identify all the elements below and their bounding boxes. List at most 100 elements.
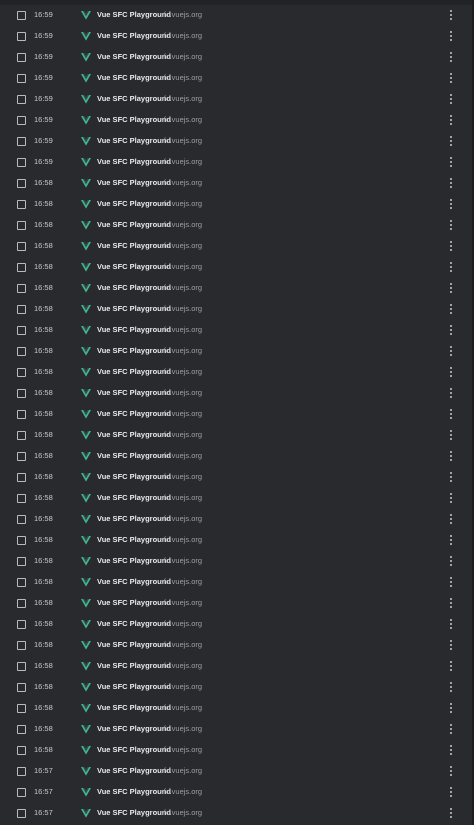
history-row[interactable]: 16:58 Vue SFC Playground sfc.vuejs.org <box>0 446 472 467</box>
row-checkbox[interactable] <box>17 620 26 629</box>
row-checkbox[interactable] <box>17 242 26 251</box>
more-vert-icon[interactable] <box>446 324 456 336</box>
more-vert-icon[interactable] <box>446 219 456 231</box>
row-checkbox[interactable] <box>17 158 26 167</box>
more-vert-icon[interactable] <box>446 198 456 210</box>
history-row[interactable]: 16:58 Vue SFC Playground sfc.vuejs.org <box>0 383 472 404</box>
history-row[interactable]: 16:58 Vue SFC Playground sfc.vuejs.org <box>0 173 472 194</box>
row-checkbox[interactable] <box>17 599 26 608</box>
row-checkbox[interactable] <box>17 74 26 83</box>
history-row[interactable]: 16:58 Vue SFC Playground sfc.vuejs.org <box>0 341 472 362</box>
row-checkbox[interactable] <box>17 284 26 293</box>
more-vert-icon[interactable] <box>446 471 456 483</box>
row-checkbox[interactable] <box>17 452 26 461</box>
row-checkbox[interactable] <box>17 32 26 41</box>
history-row[interactable]: 16:57 Vue SFC Playground sfc.vuejs.org <box>0 761 472 782</box>
history-row[interactable]: 16:58 Vue SFC Playground sfc.vuejs.org <box>0 677 472 698</box>
row-checkbox[interactable] <box>17 410 26 419</box>
more-vert-icon[interactable] <box>446 240 456 252</box>
more-vert-icon[interactable] <box>446 702 456 714</box>
row-checkbox[interactable] <box>17 494 26 503</box>
history-row[interactable]: 16:58 Vue SFC Playground sfc.vuejs.org <box>0 278 472 299</box>
more-vert-icon[interactable] <box>446 30 456 42</box>
history-row[interactable]: 16:59 Vue SFC Playground sfc.vuejs.org <box>0 68 472 89</box>
more-vert-icon[interactable] <box>446 282 456 294</box>
history-row[interactable]: 16:58 Vue SFC Playground sfc.vuejs.org <box>0 572 472 593</box>
row-checkbox[interactable] <box>17 683 26 692</box>
more-vert-icon[interactable] <box>446 408 456 420</box>
more-vert-icon[interactable] <box>446 345 456 357</box>
row-checkbox[interactable] <box>17 95 26 104</box>
history-row[interactable]: 16:58 Vue SFC Playground sfc.vuejs.org <box>0 614 472 635</box>
more-vert-icon[interactable] <box>446 618 456 630</box>
more-vert-icon[interactable] <box>446 639 456 651</box>
row-checkbox[interactable] <box>17 788 26 797</box>
row-checkbox[interactable] <box>17 389 26 398</box>
history-row[interactable]: 16:58 Vue SFC Playground sfc.vuejs.org <box>0 740 472 761</box>
history-row[interactable]: 16:59 Vue SFC Playground sfc.vuejs.org <box>0 47 472 68</box>
more-vert-icon[interactable] <box>446 513 456 525</box>
row-checkbox[interactable] <box>17 305 26 314</box>
more-vert-icon[interactable] <box>446 765 456 777</box>
more-vert-icon[interactable] <box>446 807 456 819</box>
row-checkbox[interactable] <box>17 515 26 524</box>
more-vert-icon[interactable] <box>446 786 456 798</box>
more-vert-icon[interactable] <box>446 450 456 462</box>
more-vert-icon[interactable] <box>446 51 456 63</box>
more-vert-icon[interactable] <box>446 597 456 609</box>
history-row[interactable]: 16:58 Vue SFC Playground sfc.vuejs.org <box>0 719 472 740</box>
row-checkbox[interactable] <box>17 347 26 356</box>
history-row[interactable]: 16:58 Vue SFC Playground sfc.vuejs.org <box>0 635 472 656</box>
row-checkbox[interactable] <box>17 809 26 818</box>
row-checkbox[interactable] <box>17 536 26 545</box>
history-row[interactable]: 16:59 Vue SFC Playground sfc.vuejs.org <box>0 5 472 26</box>
history-row[interactable]: 16:58 Vue SFC Playground sfc.vuejs.org <box>0 236 472 257</box>
more-vert-icon[interactable] <box>446 366 456 378</box>
more-vert-icon[interactable] <box>446 114 456 126</box>
history-row[interactable]: 16:58 Vue SFC Playground sfc.vuejs.org <box>0 593 472 614</box>
history-row[interactable]: 16:59 Vue SFC Playground sfc.vuejs.org <box>0 152 472 173</box>
history-row[interactable]: 16:58 Vue SFC Playground sfc.vuejs.org <box>0 530 472 551</box>
row-checkbox[interactable] <box>17 473 26 482</box>
row-checkbox[interactable] <box>17 368 26 377</box>
row-checkbox[interactable] <box>17 11 26 20</box>
history-row[interactable]: 16:58 Vue SFC Playground sfc.vuejs.org <box>0 656 472 677</box>
more-vert-icon[interactable] <box>446 261 456 273</box>
more-vert-icon[interactable] <box>446 555 456 567</box>
row-checkbox[interactable] <box>17 221 26 230</box>
more-vert-icon[interactable] <box>446 744 456 756</box>
history-row[interactable]: 16:57 Vue SFC Playground sfc.vuejs.org <box>0 803 472 824</box>
history-row[interactable]: 16:58 Vue SFC Playground sfc.vuejs.org <box>0 467 472 488</box>
row-checkbox[interactable] <box>17 578 26 587</box>
row-checkbox[interactable] <box>17 179 26 188</box>
history-row[interactable]: 16:58 Vue SFC Playground sfc.vuejs.org <box>0 488 472 509</box>
more-vert-icon[interactable] <box>446 72 456 84</box>
more-vert-icon[interactable] <box>446 660 456 672</box>
more-vert-icon[interactable] <box>446 492 456 504</box>
history-row[interactable]: 16:58 Vue SFC Playground sfc.vuejs.org <box>0 425 472 446</box>
history-row[interactable]: 16:58 Vue SFC Playground sfc.vuejs.org <box>0 215 472 236</box>
row-checkbox[interactable] <box>17 767 26 776</box>
more-vert-icon[interactable] <box>446 93 456 105</box>
row-checkbox[interactable] <box>17 137 26 146</box>
more-vert-icon[interactable] <box>446 534 456 546</box>
row-checkbox[interactable] <box>17 326 26 335</box>
row-checkbox[interactable] <box>17 704 26 713</box>
more-vert-icon[interactable] <box>446 387 456 399</box>
history-row[interactable]: 16:58 Vue SFC Playground sfc.vuejs.org <box>0 194 472 215</box>
more-vert-icon[interactable] <box>446 135 456 147</box>
row-checkbox[interactable] <box>17 53 26 62</box>
history-row[interactable]: 16:58 Vue SFC Playground sfc.vuejs.org <box>0 320 472 341</box>
history-row[interactable]: 16:58 Vue SFC Playground sfc.vuejs.org <box>0 404 472 425</box>
row-checkbox[interactable] <box>17 200 26 209</box>
history-row[interactable]: 16:58 Vue SFC Playground sfc.vuejs.org <box>0 509 472 530</box>
row-checkbox[interactable] <box>17 116 26 125</box>
row-checkbox[interactable] <box>17 557 26 566</box>
more-vert-icon[interactable] <box>446 9 456 21</box>
more-vert-icon[interactable] <box>446 303 456 315</box>
row-checkbox[interactable] <box>17 431 26 440</box>
history-row[interactable]: 16:57 Vue SFC Playground sfc.vuejs.org <box>0 782 472 803</box>
row-checkbox[interactable] <box>17 725 26 734</box>
history-row[interactable]: 16:58 Vue SFC Playground sfc.vuejs.org <box>0 362 472 383</box>
more-vert-icon[interactable] <box>446 429 456 441</box>
